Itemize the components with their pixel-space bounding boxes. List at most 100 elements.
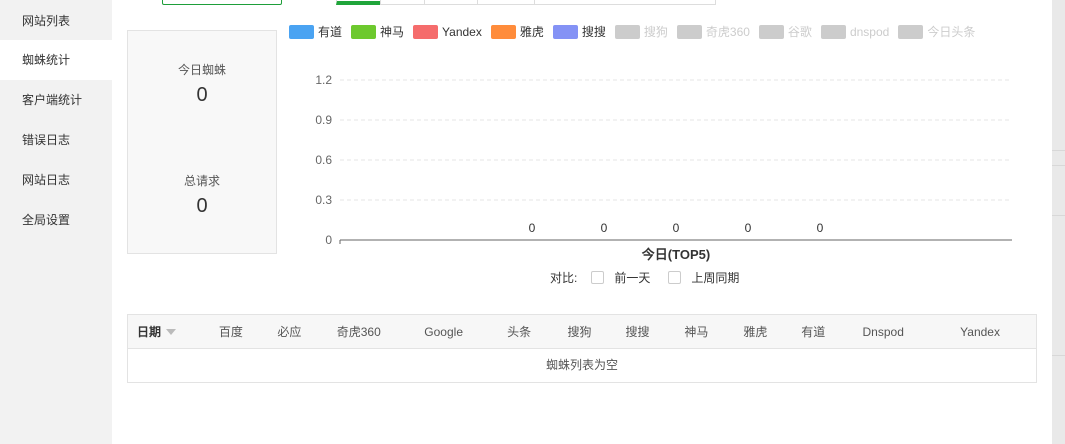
column-header: 百度 bbox=[201, 323, 261, 340]
legend-item[interactable]: 今日头条 bbox=[898, 23, 975, 40]
sidebar: 网站列表 蜘蛛统计 客户端统计 错误日志 网站日志 全局设置 bbox=[0, 0, 112, 444]
sidebar-item-error-log[interactable]: 错误日志 bbox=[0, 120, 112, 160]
legend-swatch bbox=[898, 24, 924, 39]
y-tick-label: 0.6 bbox=[315, 153, 332, 167]
column-header-label: 奇虎360 bbox=[336, 325, 381, 339]
column-header: 神马 bbox=[666, 323, 726, 340]
column-header-label: 雅虎 bbox=[743, 325, 768, 339]
compare-label: 对比: bbox=[550, 271, 578, 285]
legend-label: 搜搜 bbox=[581, 25, 606, 39]
y-tick-label: 0 bbox=[325, 233, 332, 247]
legend-label: 今日头条 bbox=[927, 25, 976, 39]
date-range-tabs bbox=[336, 0, 716, 5]
column-header: Google bbox=[400, 325, 488, 339]
column-header: 搜狗 bbox=[551, 323, 609, 340]
legend-swatch bbox=[758, 24, 784, 39]
legend-item[interactable]: 神马 bbox=[351, 23, 404, 40]
bar-data-label: 0 bbox=[817, 221, 824, 235]
column-header-label: Google bbox=[424, 324, 463, 339]
x-axis-title: 今日(TOP5) bbox=[641, 247, 710, 262]
column-header-label: Dnspod bbox=[862, 324, 904, 339]
column-header-label: Yandex bbox=[960, 324, 1000, 339]
legend-swatch bbox=[676, 24, 702, 39]
column-header-label: 必应 bbox=[277, 325, 302, 339]
spider-table: 日期 百度 必应 奇虎360 Google 头条 搜狗 搜搜 神马 雅虎 有道 Dnspod Yande… bbox=[127, 314, 1037, 383]
legend-swatch bbox=[614, 24, 640, 39]
total-requests-label: 总请求 bbox=[183, 174, 220, 188]
range-tab-4[interactable] bbox=[477, 0, 535, 5]
legend-item[interactable]: 搜搜 bbox=[552, 23, 606, 40]
column-header-label: 日期 bbox=[137, 325, 162, 339]
legend-item[interactable]: 谷歌 bbox=[758, 23, 812, 40]
legend-label: Yandex bbox=[442, 24, 482, 39]
column-header: 雅虎 bbox=[726, 323, 784, 340]
spider-bar-chart: 0 0.3 0.6 0.9 1.2 0 0 0 0 0 今日(TOP5) bbox=[315, 73, 1012, 262]
total-requests-value: 0 bbox=[196, 195, 208, 217]
stats-summary-box: 今日蜘蛛 0 总请求 0 bbox=[127, 30, 277, 254]
legend-swatch bbox=[289, 24, 314, 39]
legend-label: 雅虎 bbox=[519, 25, 544, 39]
compare-prev-day-checkbox[interactable] bbox=[591, 271, 605, 284]
legend-swatch bbox=[490, 24, 516, 39]
legend-swatch bbox=[351, 24, 377, 39]
range-tab-2[interactable] bbox=[380, 0, 425, 5]
legend-item[interactable]: 奇虎360 bbox=[676, 23, 750, 40]
sidebar-item-site-list[interactable]: 网站列表 bbox=[0, 0, 112, 40]
legend-label: 奇虎360 bbox=[705, 25, 750, 39]
right-edge-panel bbox=[1052, 0, 1065, 444]
compare-options: 对比: 前一天 上周同期 bbox=[550, 269, 739, 286]
legend-item[interactable]: dnspod bbox=[820, 24, 890, 39]
chart-legend: 有道 神马 Yandex 雅虎 搜搜 搜狗 奇虎360 谷歌 dnspod 今日头条 bbox=[289, 23, 984, 40]
legend-item[interactable]: 雅虎 bbox=[490, 23, 544, 40]
y-tick-label: 0.3 bbox=[315, 193, 332, 207]
column-header: Yandex bbox=[924, 325, 1036, 339]
column-header-label: 有道 bbox=[801, 325, 826, 339]
bar-data-label: 0 bbox=[601, 221, 608, 235]
column-header: 有道 bbox=[784, 323, 842, 340]
sidebar-item-client-stats[interactable]: 客户端统计 bbox=[0, 80, 112, 120]
column-header-label: 神马 bbox=[684, 325, 709, 339]
today-spider-label: 今日蜘蛛 bbox=[177, 63, 226, 77]
today-spider-value: 0 bbox=[196, 84, 208, 106]
compare-prev-day-label: 前一天 bbox=[614, 271, 651, 285]
range-tab-3[interactable] bbox=[424, 0, 478, 5]
top-date-input[interactable] bbox=[162, 0, 282, 5]
bar-data-label: 0 bbox=[745, 221, 752, 235]
table-empty-row: 蜘蛛列表为空 bbox=[545, 358, 618, 372]
legend-swatch bbox=[413, 24, 439, 39]
main-panel: 今日蜘蛛 0 总请求 0 有道 神马 Yandex 雅虎 搜搜 搜狗 奇虎360 谷歌 dnsp… bbox=[112, 0, 1052, 444]
range-custom-input[interactable] bbox=[534, 0, 716, 5]
legend-item[interactable]: 搜狗 bbox=[614, 23, 668, 40]
column-header-label: 百度 bbox=[218, 325, 243, 339]
legend-swatch bbox=[552, 24, 578, 39]
column-header-label: 搜搜 bbox=[625, 325, 650, 339]
legend-label: 谷歌 bbox=[787, 25, 812, 39]
compare-last-week-label: 上周同期 bbox=[691, 271, 740, 285]
sort-desc-icon[interactable] bbox=[166, 328, 177, 335]
column-header: 奇虎360 bbox=[318, 323, 400, 340]
legend-item[interactable]: Yandex bbox=[413, 24, 482, 39]
sidebar-item-global-settings[interactable]: 全局设置 bbox=[0, 200, 112, 240]
bar-data-label: 0 bbox=[673, 221, 680, 235]
y-tick-label: 1.2 bbox=[315, 73, 332, 87]
legend-swatch bbox=[820, 24, 846, 39]
compare-last-week-checkbox[interactable] bbox=[668, 271, 682, 284]
table-header: 日期 百度 必应 奇虎360 Google 头条 搜狗 搜搜 神马 雅虎 有道 Dnspod Yande… bbox=[128, 315, 1036, 349]
y-tick-label: 0.9 bbox=[315, 113, 332, 127]
legend-label: 搜狗 bbox=[643, 25, 668, 39]
column-header-date[interactable]: 日期 bbox=[128, 323, 201, 340]
bar-data-label: 0 bbox=[529, 221, 536, 235]
column-header: Dnspod bbox=[842, 325, 924, 339]
legend-item[interactable]: 有道 bbox=[289, 23, 342, 40]
sidebar-item-site-log[interactable]: 网站日志 bbox=[0, 160, 112, 200]
column-header: 必应 bbox=[261, 323, 318, 340]
range-tab-1[interactable] bbox=[336, 0, 381, 5]
column-header-label: 头条 bbox=[507, 325, 532, 339]
legend-label: 神马 bbox=[380, 25, 405, 39]
column-header: 搜搜 bbox=[608, 323, 666, 340]
column-header: 头条 bbox=[488, 323, 551, 340]
legend-label: dnspod bbox=[849, 24, 890, 39]
column-header-label: 搜狗 bbox=[567, 325, 592, 339]
legend-label: 有道 bbox=[318, 25, 343, 39]
sidebar-item-spider-stats[interactable]: 蜘蛛统计 bbox=[0, 40, 112, 80]
